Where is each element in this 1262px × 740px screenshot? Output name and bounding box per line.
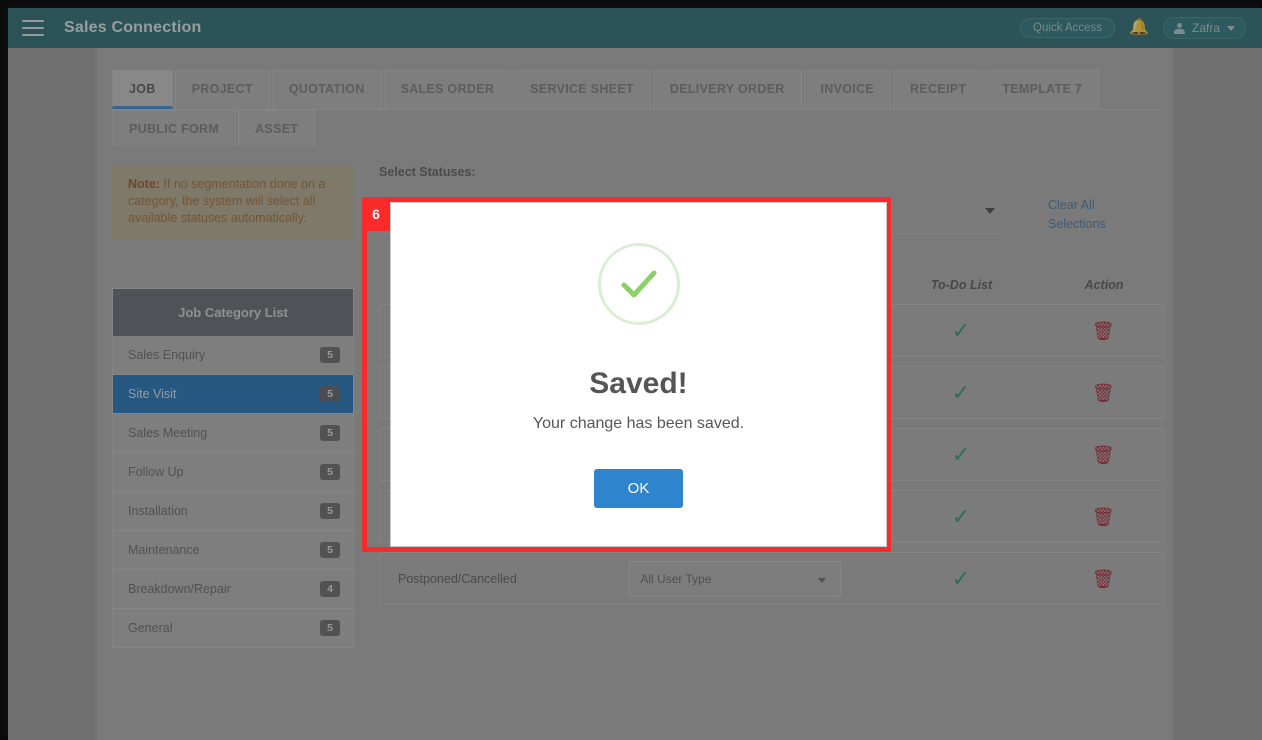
dialog-message: Your change has been saved. <box>532 415 745 432</box>
check-circle-icon <box>597 243 680 325</box>
dialog-ok-button[interactable]: OK <box>593 469 684 508</box>
application-window: Sales Connection Quick Access 🔔 Zafra JO… <box>0 0 1262 740</box>
annotation-step-badge: 6 <box>362 197 390 231</box>
saved-confirmation-dialog: Saved! Your change has been saved. OK <box>390 202 887 547</box>
dialog-title: Saved! <box>589 367 688 400</box>
